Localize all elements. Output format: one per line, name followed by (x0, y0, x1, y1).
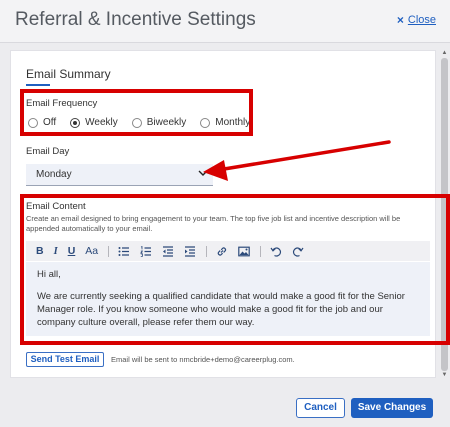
chevron-down-icon[interactable] (197, 167, 209, 182)
content-highlight-box (20, 194, 450, 345)
frequency-highlight-box (20, 89, 253, 136)
scroll-down-arrow-icon[interactable]: ▼ (440, 372, 449, 380)
section-underline (26, 84, 50, 86)
test-email-note: Email will be sent to nmcbride+demo@care… (111, 355, 295, 364)
modal-footer: Cancel Save Changes (0, 383, 450, 427)
send-test-email-button[interactable]: Send Test Email (26, 352, 104, 367)
save-changes-button[interactable]: Save Changes (351, 398, 433, 418)
scroll-up-arrow-icon[interactable]: ▲ (440, 50, 449, 58)
email-day-label: Email Day (26, 146, 70, 157)
section-heading: Email Summary (26, 67, 111, 81)
email-day-value: Monday (36, 169, 72, 180)
email-day-select[interactable]: Monday (26, 164, 213, 186)
close-link[interactable]: × Close (397, 13, 436, 27)
modal-header: Referral & Incentive Settings × Close (0, 0, 450, 43)
close-label[interactable]: Close (408, 14, 436, 26)
cancel-button[interactable]: Cancel (296, 398, 345, 418)
close-icon[interactable]: × (397, 13, 404, 27)
modal-title: Referral & Incentive Settings (15, 9, 256, 30)
